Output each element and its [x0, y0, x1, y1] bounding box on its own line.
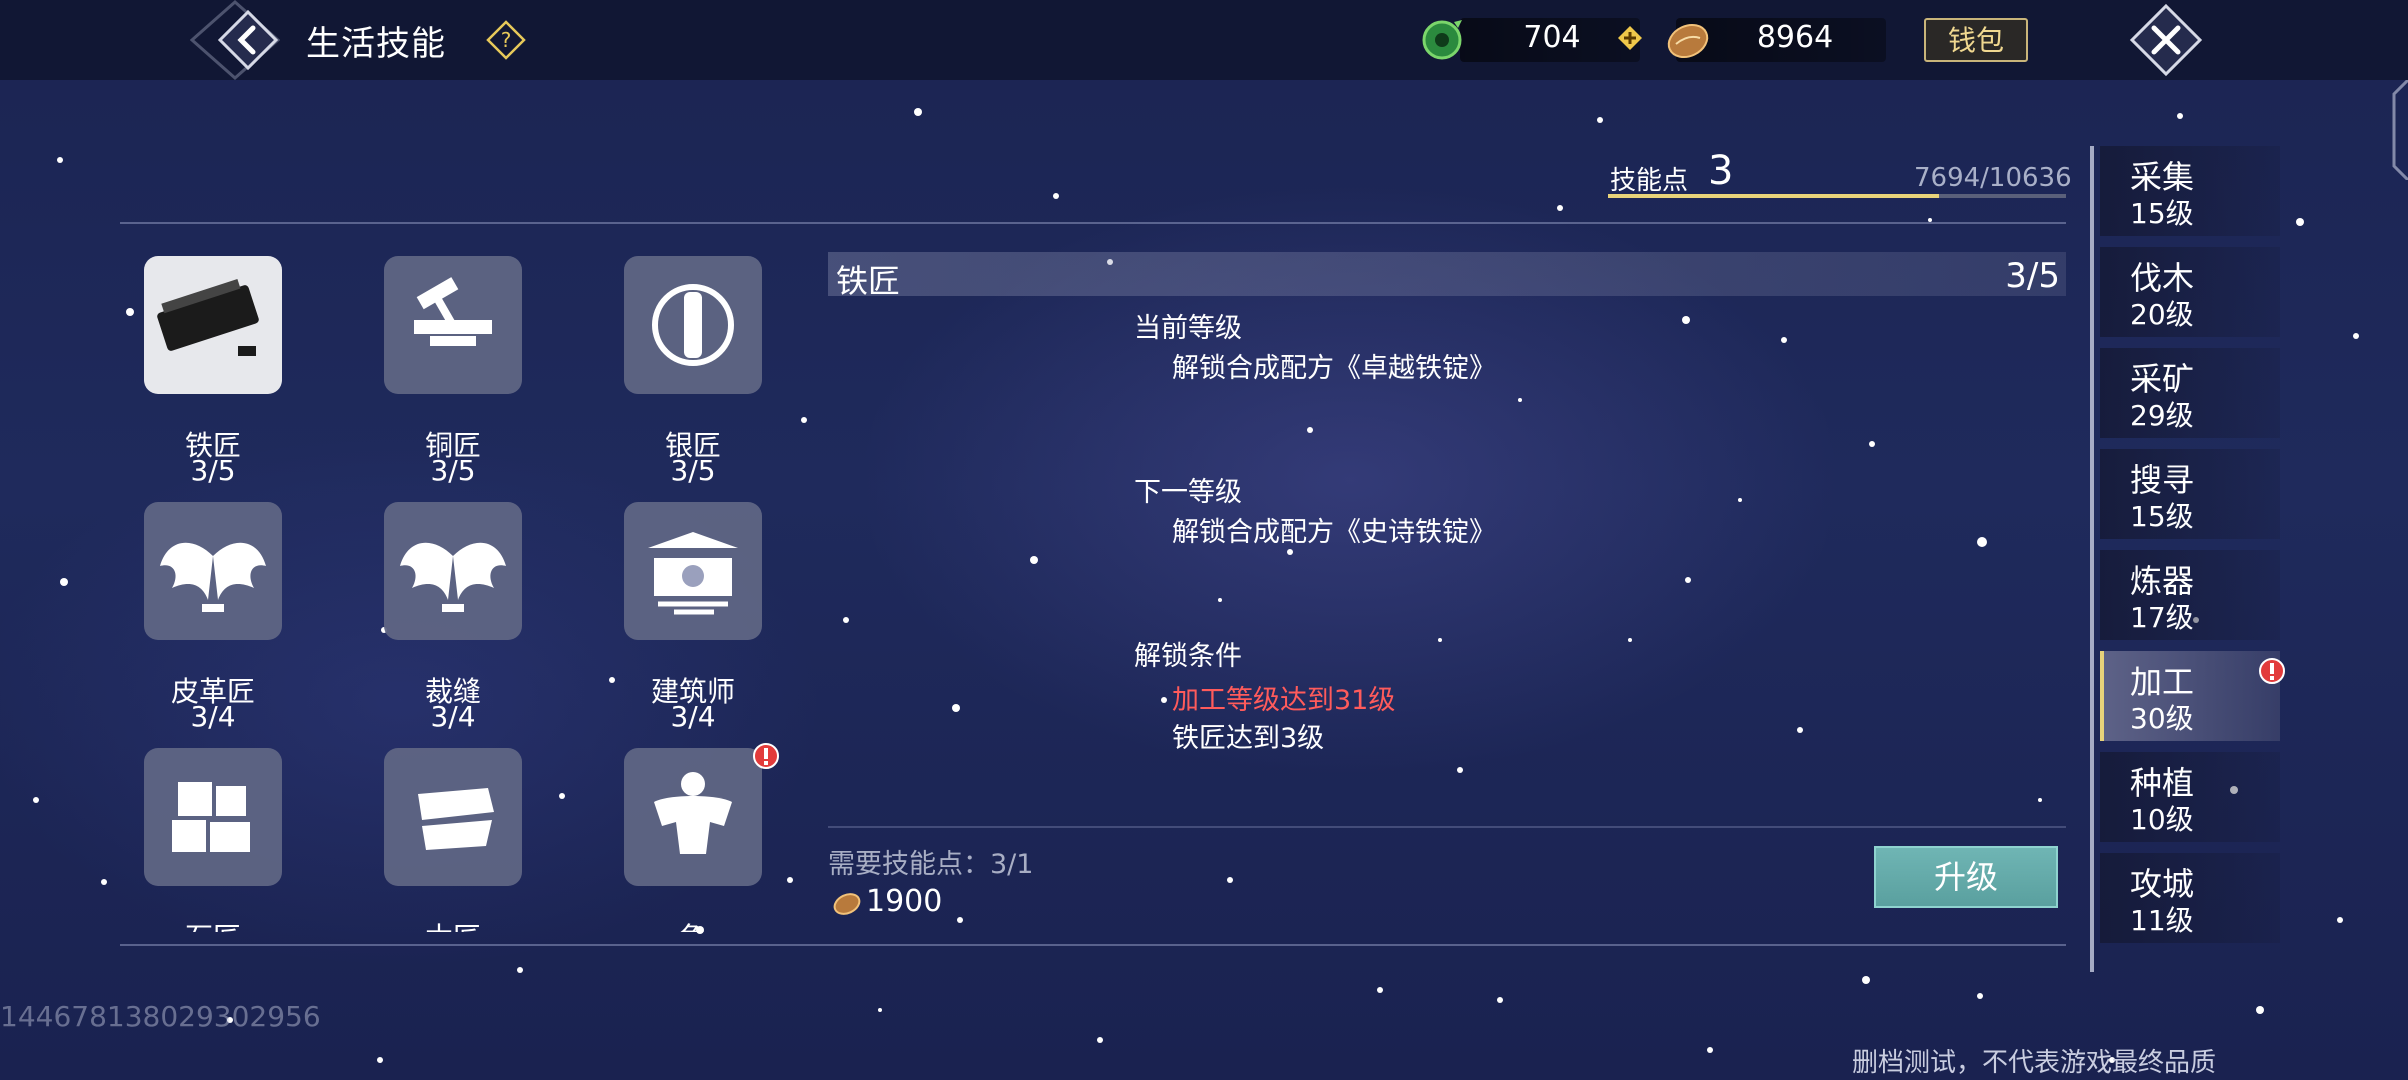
tab-level: 17级: [2130, 601, 2194, 634]
current-level-text: 解锁合成配方《卓越铁锭》: [1172, 353, 1496, 384]
requirement-1: 加工等级达到31级: [1172, 685, 1396, 716]
tab-level: 20级: [2130, 298, 2194, 331]
svg-text:?: ?: [501, 28, 512, 52]
skill-tile[interactable]: [138, 496, 288, 646]
wallet-button[interactable]: 钱包: [1924, 18, 2028, 62]
tab-category[interactable]: 攻城 11级: [2100, 853, 2280, 943]
skill-tile[interactable]: [138, 742, 288, 892]
unlock-conditions-label: 解锁条件: [1134, 641, 1242, 672]
tab-category[interactable]: 采集 15级: [2100, 146, 2280, 236]
resource1-value: 704: [1523, 20, 1581, 55]
skill-points-label: 技能点: [1610, 166, 1689, 196]
tab-category[interactable]: 搜寻 15级: [2100, 449, 2280, 539]
tab-level: 15级: [2130, 197, 2194, 230]
skill-level: 3/4: [670, 700, 716, 733]
tab-level: 15级: [2130, 500, 2194, 533]
skill-tile[interactable]: [378, 250, 528, 400]
next-level-label: 下一等级: [1134, 477, 1242, 508]
next-level-text: 解锁合成配方《史诗铁锭》: [1172, 517, 1496, 548]
wood-block-icon: [384, 748, 522, 886]
panel-top-border: [120, 222, 2066, 224]
skill-tile[interactable]: [378, 742, 528, 892]
add-resource-icon[interactable]: [1616, 24, 1644, 52]
tab-category[interactable]: 采矿 29级: [2100, 348, 2280, 438]
user-id-watermark: 144678138029302956: [0, 1000, 321, 1033]
pavilion-icon: [624, 502, 762, 640]
tab-level: 10级: [2130, 803, 2194, 836]
skill-name: 石匠: [113, 916, 313, 932]
tab-level: 29级: [2130, 399, 2194, 432]
wings-icon: [384, 502, 522, 640]
test-disclaimer: 删档测试，不代表游戏最终品质: [1852, 1048, 2217, 1078]
tab-category[interactable]: 伐木 20级: [2100, 247, 2280, 337]
page-title: 生活技能: [306, 24, 446, 64]
back-button[interactable]: [208, 6, 288, 74]
detail-header: [828, 252, 2066, 296]
skill-name: 木匠: [353, 916, 553, 932]
edge-ornament-icon: [2392, 80, 2408, 180]
muscle-figure-icon: [624, 748, 762, 886]
iron-ingot-icon: [144, 256, 282, 394]
close-icon[interactable]: [2118, 0, 2214, 80]
skill-level: 3/5: [190, 454, 236, 487]
wings-icon: [144, 502, 282, 640]
skill-tile[interactable]: [618, 496, 768, 646]
skill-name: 兔: [593, 916, 793, 932]
coin-pouch-icon: [833, 893, 861, 915]
skill-tile[interactable]: [378, 496, 528, 646]
detail-divider: [828, 826, 2066, 828]
resource2-value: 8964: [1756, 20, 1834, 55]
skill-level: 3/5: [430, 454, 476, 487]
detail-title: 铁匠: [836, 262, 901, 300]
skill-tile[interactable]: [138, 250, 288, 400]
hammer-anvil-icon: [384, 256, 522, 394]
alert-badge-icon: [752, 742, 780, 770]
requirement-2: 铁匠达到3级: [1172, 723, 1325, 754]
upgrade-cost-value: 1900: [866, 884, 943, 919]
tab-level: 30级: [2130, 702, 2194, 735]
tab-category[interactable]: 加工 30级: [2100, 651, 2285, 741]
upgrade-button[interactable]: 升级: [1874, 846, 2058, 908]
tabs-divider: [2090, 146, 2094, 972]
back-arrow-icon: [217, 9, 279, 71]
required-points-label: 需要技能点：3/1: [828, 849, 1034, 880]
skill-tile[interactable]: [618, 250, 768, 400]
skill-level: 3/4: [190, 700, 236, 733]
panel-bottom-border: [120, 944, 2066, 946]
skill-points-value: 3: [1708, 148, 1734, 194]
skill-level: 3/4: [430, 700, 476, 733]
tab-level: 11级: [2130, 904, 2194, 937]
skill-points-bar-fill: [1608, 194, 1939, 198]
skill-tile[interactable]: [618, 742, 768, 892]
tab-category[interactable]: 种植 10级: [2100, 752, 2280, 842]
skill-level: 3/5: [670, 454, 716, 487]
jade-coin-icon: [1422, 20, 1462, 60]
question-diamond-icon[interactable]: ?: [486, 20, 526, 60]
silver-scroll-icon: [624, 256, 762, 394]
skill-points-progress-text: 7694/10636: [1914, 163, 2072, 193]
tab-category[interactable]: 炼器 17级: [2100, 550, 2280, 640]
current-level-label: 当前等级: [1134, 313, 1242, 344]
stone-blocks-icon: [144, 748, 282, 886]
detail-level: 3/5: [2005, 256, 2060, 296]
alert-badge-icon: [2259, 658, 2285, 684]
